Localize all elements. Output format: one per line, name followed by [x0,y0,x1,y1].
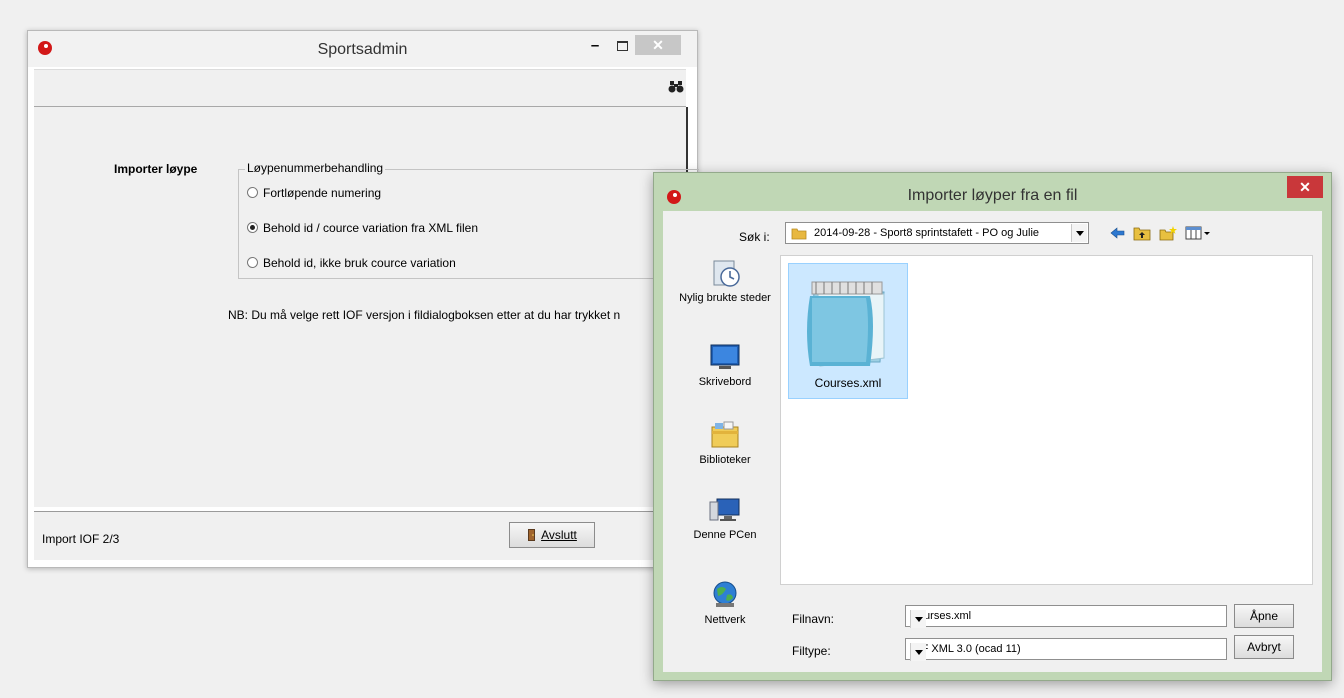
chevron-down-icon[interactable] [910,643,926,661]
option-sequential[interactable]: Fortløpende numering [247,186,381,200]
file-list-view[interactable]: Courses.xml [780,255,1313,585]
option-label: Behold id / cource variation fra XML fil… [263,221,478,235]
door-exit-icon [528,529,536,541]
option-label: Behold id, ikke bruk cource variation [263,256,456,270]
status-text: Import IOF 2/3 [42,532,120,546]
place-label: Nettverk [704,614,746,626]
groupbox-title: Løypenummerbehandling [245,161,386,175]
folder-icon [791,228,807,240]
filetype-value: IOF XML 3.0 (ocad 11) [910,643,1021,655]
filename-label: Filnavn: [792,612,835,626]
dialog-body: Søk i: 2014-09-28 - Sport8 sprintstafett… [663,211,1322,672]
place-desktop[interactable]: Skrivebord [677,343,773,389]
places-bar: Nylig brukte steder Skrivebord Bibliotek… [677,251,773,671]
main-toolbar [34,69,686,107]
place-label: Biblioteker [699,454,751,466]
network-icon [713,581,737,607]
radio-button[interactable] [247,187,258,198]
chevron-down-icon[interactable] [910,610,926,628]
radio-button[interactable] [247,257,258,268]
new-folder-icon[interactable] [1159,225,1177,241]
notepad-icon [807,281,885,367]
place-label: Skrivebord [698,376,752,388]
place-network[interactable]: Nettverk [677,579,773,627]
place-libraries[interactable]: Biblioteker [677,419,773,467]
option-label: Fortløpende numering [263,186,382,200]
computer-icon [709,498,740,521]
filetype-dropdown[interactable]: IOF XML 3.0 (ocad 11) [905,638,1227,661]
up-folder-icon[interactable] [1133,225,1151,241]
back-arrow-icon[interactable] [1109,225,1127,241]
quit-button[interactable]: Avslutt [509,522,595,548]
minimize-button[interactable]: – [585,37,605,55]
view-menu-icon[interactable] [1185,225,1211,241]
file-item[interactable]: Courses.xml [788,263,908,399]
place-label: Denne PCen [693,529,757,541]
close-button[interactable]: ✕ [635,35,681,55]
sportsadmin-window: Sportsadmin – ✕ Importer løype Løypenumm… [27,30,699,568]
place-recent[interactable]: Nylig brukte steder [677,257,773,305]
chevron-down-icon[interactable] [1071,224,1087,242]
binoculars-icon[interactable] [668,78,684,94]
numbering-groupbox: Løypenummerbehandling Fortløpende numeri… [238,161,699,279]
look-in-label: Søk i: [739,230,770,244]
quit-button-label: Avslutt [541,528,577,542]
place-this-pc[interactable]: Denne PCen [677,496,773,542]
option-keep-id-no-variation[interactable]: Behold id, ikke bruk cource variation [247,256,456,270]
iof-version-note: NB: Du må velge rett IOF versjon i fildi… [228,308,621,322]
desktop-icon [710,344,740,369]
cancel-button[interactable]: Avbryt [1234,635,1294,659]
look-in-dropdown[interactable]: 2014-09-28 - Sport8 sprintstafett - PO o… [785,222,1089,244]
status-bar: Import IOF 2/3 Avslutt [34,511,686,560]
maximize-button[interactable] [613,37,633,55]
filename-input[interactable]: Courses.xml [905,605,1227,628]
libraries-icon [711,421,739,448]
file-name: Courses.xml [814,376,882,390]
radio-button-selected[interactable] [247,222,258,233]
option-keep-id-variation[interactable]: Behold id / cource variation fra XML fil… [247,221,478,235]
import-course-label: Importer løype [114,162,198,176]
filetype-label: Filtype: [792,644,831,658]
place-label: Nylig brukte steder [679,292,771,304]
maximize-icon [617,41,628,51]
import-file-dialog: Importer løyper fra en fil ✕ Søk i: 2014… [653,172,1332,681]
main-title-bar[interactable]: Sportsadmin – ✕ [28,31,697,67]
recent-places-icon [713,260,740,287]
dialog-close-button[interactable]: ✕ [1287,176,1323,198]
main-content: Importer løype Løypenummerbehandling For… [34,107,699,507]
look-in-value: 2014-09-28 - Sport8 sprintstafett - PO o… [814,227,1040,239]
open-button[interactable]: Åpne [1234,604,1294,628]
dialog-title: Importer løyper fra en fil [907,187,1078,204]
